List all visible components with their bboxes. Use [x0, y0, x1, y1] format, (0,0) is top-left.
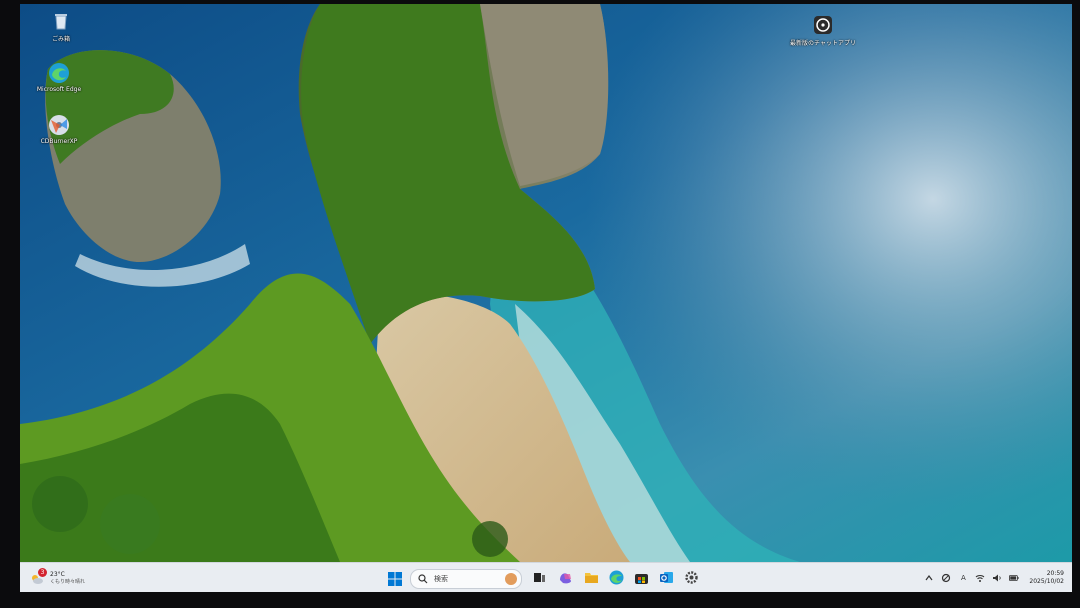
windows-logo-icon — [388, 572, 402, 586]
chevron-up-icon[interactable] — [924, 573, 934, 583]
notification-badge: 3 — [38, 568, 47, 577]
desktop-icon-edge[interactable]: Microsoft Edge — [32, 62, 86, 93]
store-icon[interactable] — [634, 570, 649, 585]
clock-date: 2025/10/02 — [1029, 578, 1064, 585]
taskbar: 3 23°C くもり時々晴れ 検索 A 20:59 2025/10/02 — [20, 562, 1072, 592]
desktop-icon-recycle-bin[interactable]: ごみ箱 — [34, 10, 88, 43]
screen: ごみ箱 Microsoft Edge CDBurnerXP 最新版のチャットアプ… — [20, 4, 1072, 592]
volume-icon[interactable] — [992, 573, 1002, 583]
search-highlight-icon — [505, 573, 517, 585]
copilot-icon[interactable] — [558, 570, 573, 585]
clock-time: 20:59 — [1046, 570, 1064, 577]
outlook-icon[interactable] — [659, 570, 674, 585]
battery-icon[interactable] — [1009, 573, 1020, 583]
weather-widget[interactable]: 3 23°C くもり時々晴れ — [30, 567, 85, 589]
desktop-wallpaper — [20, 4, 1072, 562]
wifi-icon[interactable] — [975, 573, 985, 583]
ime-indicator[interactable]: A — [958, 573, 968, 583]
taskbar-search-box[interactable]: 検索 — [410, 569, 522, 589]
monitor-bezel: ごみ箱 Microsoft Edge CDBurnerXP 最新版のチャットアプ… — [0, 0, 1080, 608]
start-button[interactable] — [388, 571, 402, 586]
chat-app-icon — [812, 14, 834, 36]
system-tray: A 20:59 2025/10/02 — [917, 567, 1064, 589]
desktop-icon-cdburnerxp[interactable]: CDBurnerXP — [32, 114, 86, 145]
desktop-icon-label: CDBurnerXP — [40, 138, 78, 145]
file-explorer-icon[interactable] — [584, 570, 599, 585]
search-placeholder: 検索 — [434, 575, 448, 583]
edge-icon[interactable] — [609, 570, 624, 585]
weather-temperature: 23°C — [50, 571, 65, 578]
recycle-bin-icon — [50, 10, 72, 32]
search-icon — [418, 574, 428, 584]
weather-cloud-icon: 3 — [30, 568, 47, 585]
desktop-icon-label: Microsoft Edge — [36, 86, 82, 93]
edge-icon — [48, 62, 70, 84]
weather-condition: くもり時々晴れ — [50, 579, 86, 585]
desktop-icon-chat-app[interactable]: 最新版のチャットアプリ — [790, 14, 856, 47]
settings-icon[interactable] — [684, 570, 699, 585]
desktop-icon-label: 最新版のチャットアプリ — [790, 40, 856, 47]
network-status-icon[interactable] — [941, 573, 951, 583]
system-clock[interactable]: 20:59 2025/10/02 — [1029, 570, 1064, 586]
desktop-icon-label: ごみ箱 — [51, 36, 70, 43]
cdburner-icon — [48, 114, 70, 136]
task-view-icon[interactable] — [532, 570, 547, 585]
